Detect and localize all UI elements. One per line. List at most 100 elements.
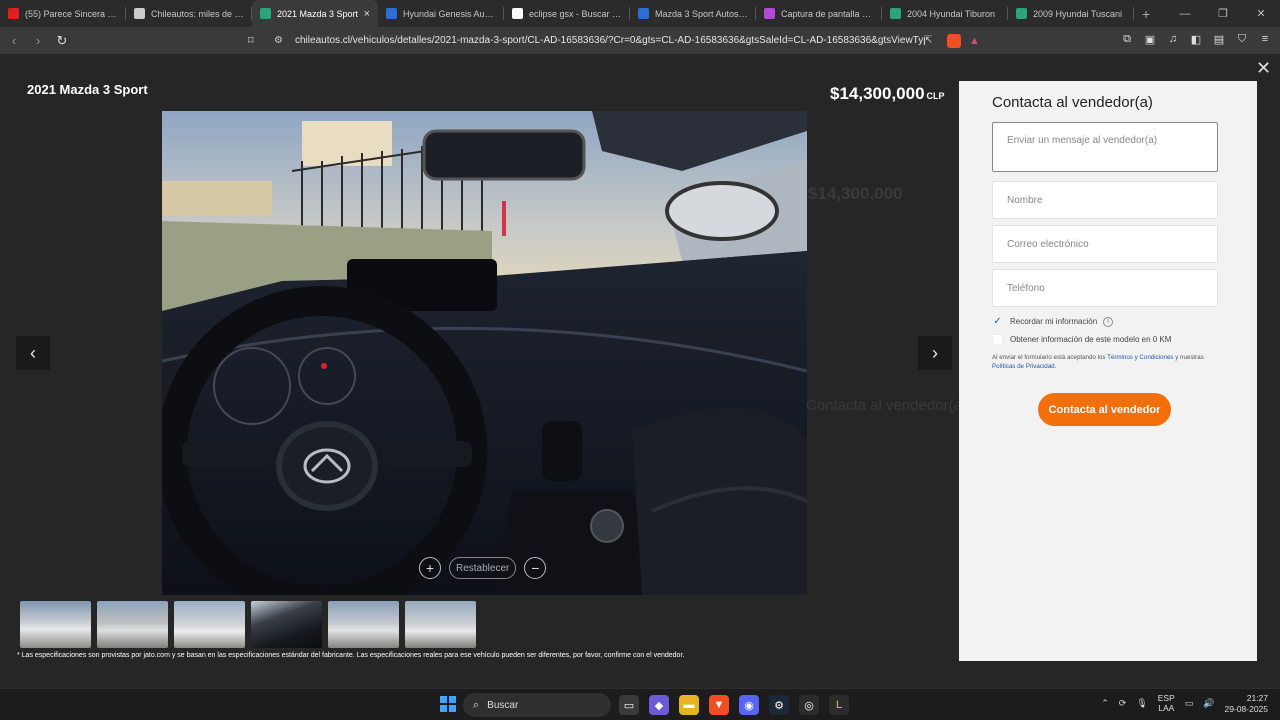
browser-tab[interactable]: Hyundai Genesis Autos, C bbox=[378, 0, 504, 27]
info-0km-checkbox-row[interactable]: Obtener información de este modelo en 0 … bbox=[992, 334, 1171, 345]
discord-icon[interactable]: ◉ bbox=[739, 695, 759, 715]
extensions-icon[interactable]: ⧉ bbox=[1120, 33, 1134, 46]
taskbar: ⌕ Buscar ▭ ◆ ▬ ▼ ◉ ⚙ ◎ L ⌃ ⟳ 🎙 ESP LAA ▭… bbox=[0, 688, 1280, 720]
remember-info-checkbox[interactable]: ✓ bbox=[992, 316, 1003, 327]
name-field[interactable]: Nombre bbox=[992, 181, 1218, 219]
system-tray: ⌃ ⟳ 🎙 ESP LAA ▭ 🔊 21:27 29-08-2025 bbox=[1101, 693, 1268, 714]
tab-favicon-icon bbox=[260, 8, 271, 19]
close-window-button[interactable]: ✕ bbox=[1242, 7, 1280, 20]
browser-tab[interactable]: Chileautos: miles de autos bbox=[126, 0, 252, 27]
site-info-icon[interactable]: ⚙ bbox=[274, 35, 283, 46]
brave-rewards-icon[interactable]: ▲ bbox=[969, 35, 980, 47]
thumbnail-3[interactable] bbox=[174, 601, 245, 648]
terms-link[interactable]: Términos y Condiciones bbox=[1107, 354, 1173, 361]
obs-icon[interactable]: ◎ bbox=[799, 695, 819, 715]
browser-tab[interactable]: Mazda 3 Sport Autos, Cam bbox=[630, 0, 756, 27]
privacy-link[interactable]: Políticas de Privacidad bbox=[992, 363, 1055, 370]
maximize-button[interactable]: ❐ bbox=[1204, 7, 1242, 20]
thumbnail-1[interactable] bbox=[20, 601, 91, 648]
background-contact-ghost: Contacta al vendedor(a) bbox=[806, 397, 967, 414]
info-icon[interactable]: i bbox=[1103, 316, 1114, 327]
address-bar-row: ‹ › ↻ ⌑ ⚙ chileautos.cl/vehiculos/detall… bbox=[0, 27, 1280, 54]
car-interior-image bbox=[162, 111, 807, 595]
microphone-icon[interactable]: 🎙 bbox=[1136, 698, 1147, 709]
thumbnail-4[interactable] bbox=[251, 601, 322, 648]
clock-time: 21:27 bbox=[1246, 693, 1268, 703]
menu-icon[interactable]: ≡ bbox=[1258, 33, 1272, 46]
taskbar-search[interactable]: ⌕ Buscar bbox=[463, 693, 611, 717]
legal-suffix: . bbox=[1054, 363, 1057, 371]
close-gallery-icon[interactable]: ✕ bbox=[1256, 58, 1271, 79]
volume-icon[interactable]: 🔊 bbox=[1203, 698, 1214, 709]
main-photo[interactable] bbox=[162, 111, 807, 595]
tab-title: Captura de pantalla por L bbox=[781, 8, 874, 19]
toolbar-icons: ⧉ ▣ ♫ ◧ ▤ ⛉ ≡ bbox=[1120, 33, 1272, 46]
contact-seller-button[interactable]: Contacta al vendedor bbox=[1038, 393, 1171, 426]
brave-browser-icon[interactable]: ▼ bbox=[709, 695, 729, 715]
next-photo-button[interactable]: › bbox=[918, 336, 952, 370]
remember-info-checkbox-row[interactable]: ✓ Recordar mi información i bbox=[992, 316, 1114, 327]
minimize-button[interactable]: — bbox=[1166, 8, 1204, 20]
taskbar-apps: ▭ ◆ ▬ ▼ ◉ ⚙ ◎ L bbox=[619, 695, 849, 715]
clock-date: 29-08-2025 bbox=[1224, 703, 1268, 714]
tab-favicon-icon bbox=[386, 8, 397, 19]
zoom-controls: + Restablecer − bbox=[419, 557, 547, 579]
window-controls: — ❐ ✕ bbox=[1166, 0, 1280, 27]
tab-title: 2021 Mazda 3 Sport bbox=[277, 8, 359, 19]
listing-price: $14,300,000 CLP bbox=[830, 84, 945, 104]
league-icon[interactable]: L bbox=[829, 695, 849, 715]
tab-title: (55) Parece Sincera - Yo bbox=[25, 8, 118, 19]
screenshot-icon[interactable]: ▣ bbox=[1143, 33, 1157, 46]
brave-shields-icon[interactable] bbox=[947, 33, 961, 48]
share-icon[interactable]: ⇱ bbox=[924, 35, 932, 46]
bookmark-icon[interactable]: ⌑ bbox=[248, 34, 254, 47]
info-0km-label: Obtener información de este modelo en 0 … bbox=[1010, 335, 1172, 344]
reload-icon[interactable]: ↻ bbox=[52, 33, 72, 49]
info-0km-checkbox[interactable] bbox=[992, 334, 1003, 345]
display-icon[interactable]: ▭ bbox=[1185, 698, 1194, 709]
zoom-in-button[interactable]: + bbox=[419, 557, 441, 579]
browser-tab[interactable]: Captura de pantalla por L bbox=[756, 0, 882, 27]
browser-tab[interactable]: eclipse gsx - Buscar con G bbox=[504, 0, 630, 27]
search-icon: ⌕ bbox=[473, 698, 480, 711]
zoom-reset-button[interactable]: Restablecer bbox=[449, 557, 517, 579]
background-price-ghost: $14,300,000 bbox=[808, 184, 903, 203]
steam-icon[interactable]: ⚙ bbox=[769, 695, 789, 715]
vpn-icon[interactable]: ⛉ bbox=[1235, 33, 1249, 46]
tab-title: 2009 Hyundai Tuscani bbox=[1033, 8, 1123, 19]
browser-tab[interactable]: 2009 Hyundai Tuscani bbox=[1008, 0, 1134, 27]
url-text: chileautos.cl/vehiculos/detalles/2021-ma… bbox=[295, 35, 925, 46]
thumbnail-5[interactable] bbox=[328, 601, 399, 648]
tab-title: eclipse gsx - Buscar con G bbox=[529, 8, 622, 19]
specs-disclaimer: * Las especificaciones son provistas por… bbox=[17, 652, 685, 659]
new-tab-button[interactable]: + bbox=[1134, 6, 1158, 22]
browser-tab[interactable]: 2004 Hyundai Tiburon bbox=[882, 0, 1008, 27]
thumbnail-6[interactable] bbox=[405, 601, 476, 648]
sidebar-icon[interactable]: ◧ bbox=[1189, 33, 1203, 46]
close-tab-icon[interactable]: × bbox=[364, 8, 370, 20]
copilot-icon[interactable]: ◆ bbox=[649, 695, 669, 715]
language-indicator[interactable]: ESP LAA bbox=[1158, 693, 1175, 714]
message-field[interactable]: Enviar un mensaje al vendedor(a) bbox=[992, 122, 1218, 172]
forward-icon[interactable]: › bbox=[28, 33, 48, 48]
browser-tab[interactable]: (55) Parece Sincera - Yo bbox=[0, 0, 126, 27]
previous-photo-button[interactable]: ‹ bbox=[16, 336, 50, 370]
wallet-icon[interactable]: ▤ bbox=[1212, 33, 1226, 46]
phone-field[interactable]: Teléfono bbox=[992, 269, 1218, 307]
network-activity-icon[interactable]: ⟳ bbox=[1119, 698, 1127, 709]
thumbnail-2[interactable] bbox=[97, 601, 168, 648]
browser-tab[interactable]: 2021 Mazda 3 Sport × bbox=[252, 0, 378, 27]
url-field[interactable]: ⌑ ⚙ chileautos.cl/vehiculos/detalles/202… bbox=[244, 30, 996, 51]
chevron-up-icon[interactable]: ⌃ bbox=[1101, 698, 1109, 709]
task-view-icon[interactable]: ▭ bbox=[619, 695, 639, 715]
music-icon[interactable]: ♫ bbox=[1166, 33, 1180, 46]
price-value: $14,300,000 bbox=[830, 84, 925, 103]
clock[interactable]: 21:27 29-08-2025 bbox=[1225, 693, 1268, 714]
tab-title: 2004 Hyundai Tiburon bbox=[907, 8, 996, 19]
file-explorer-icon[interactable]: ▬ bbox=[679, 695, 699, 715]
windows-start-icon[interactable] bbox=[440, 696, 456, 717]
zoom-out-button[interactable]: − bbox=[524, 557, 547, 579]
back-icon[interactable]: ‹ bbox=[4, 33, 24, 48]
email-field[interactable]: Correo electrónico bbox=[992, 225, 1218, 263]
tab-favicon-icon bbox=[764, 8, 775, 19]
